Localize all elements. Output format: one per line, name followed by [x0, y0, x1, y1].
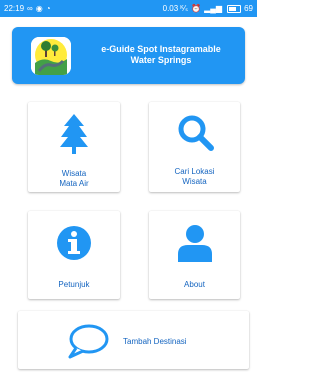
app-title-line1: e-Guide Spot Instagramable: [101, 44, 221, 54]
chat-bubble-icon: [66, 323, 110, 364]
wifi-status-icon: ◔: [45, 3, 51, 13]
about-label: About: [184, 280, 205, 289]
notification-icon: ◉: [35, 3, 43, 13]
alarm-icon: ⏰: [191, 3, 202, 13]
cari-lokasi-wisata-button[interactable]: Cari Lokasi Wisata: [149, 102, 240, 192]
app-logo: [31, 37, 71, 75]
search-icon: [176, 114, 214, 157]
network-speed: 0.03 ᴷ⁄ₛ: [162, 4, 189, 13]
info-icon: [56, 225, 92, 266]
cari-lokasi-wisata-label: Cari Lokasi Wisata: [174, 167, 215, 186]
tambah-destinasi-label: Tambah Destinasi: [123, 337, 187, 346]
tree-icon: [60, 114, 88, 159]
petunjuk-label: Petunjuk: [58, 280, 90, 289]
app-title-line2: Water Springs: [130, 55, 192, 65]
battery-icon: [227, 4, 242, 13]
tambah-destinasi-button[interactable]: Tambah Destinasi: [18, 311, 249, 369]
wisata-mata-air-label: Wisata Mata Air: [59, 169, 89, 188]
signal-icon: ▂▄▆: [204, 3, 223, 13]
infinity-icon: ∞: [27, 3, 33, 13]
clock: 22:19: [4, 4, 25, 13]
person-icon: [177, 224, 212, 267]
battery-level: 69: [244, 4, 253, 13]
about-button[interactable]: About: [149, 211, 240, 299]
petunjuk-button[interactable]: Petunjuk: [28, 211, 120, 299]
status-bar: 22:19 ∞ ◉ ◔ 0.03 ᴷ⁄ₛ ⏰ ▂▄▆ 69: [0, 0, 257, 17]
wisata-mata-air-button[interactable]: Wisata Mata Air: [28, 102, 120, 192]
app-title: e-Guide Spot Instagramable Water Springs: [86, 44, 236, 66]
